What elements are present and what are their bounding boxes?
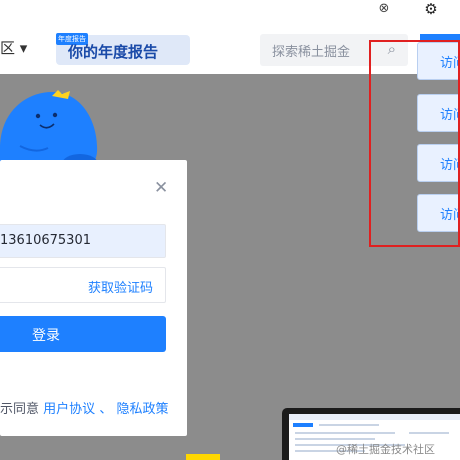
banner-text: 你的年度报告 [68, 43, 159, 61]
login-button[interactable]: 登录 [0, 316, 166, 352]
search-placeholder: 探索稀土掘金 [272, 45, 351, 60]
phone-value: 13610675301 [0, 233, 91, 248]
extensions-icon[interactable]: ⚙ [422, 0, 440, 18]
annual-report-banner[interactable]: 年度报告 你的年度报告 [56, 33, 190, 65]
login-button-label: 登录 [32, 328, 60, 344]
get-code-link[interactable]: 获取验证码 [88, 277, 153, 296]
privacy-policy-link[interactable]: 隐私政策 [116, 402, 168, 417]
login-modal: ✕ 13610675301 获取验证码 登录 示同意 用户协议 、 隐私政策 [0, 160, 187, 436]
verification-code-input[interactable]: 获取验证码 [0, 267, 166, 303]
close-icon[interactable]: ✕ [154, 178, 168, 198]
user-agreement-link[interactable]: 用户协议 [43, 402, 95, 417]
phone-input[interactable]: 13610675301 [0, 224, 166, 258]
highlight-box [369, 40, 460, 247]
region-dropdown[interactable]: 区 ▾ [0, 37, 27, 58]
tracking-prevention-icon[interactable]: ⊗ [376, 1, 392, 17]
agreement-text: 示同意 用户协议 、 隐私政策 [0, 402, 169, 417]
yellow-strip [186, 454, 220, 460]
browser-toolbar: ⊗ ⚙ [0, 0, 460, 19]
watermark: @稀土掘金技术社区 [336, 443, 435, 456]
